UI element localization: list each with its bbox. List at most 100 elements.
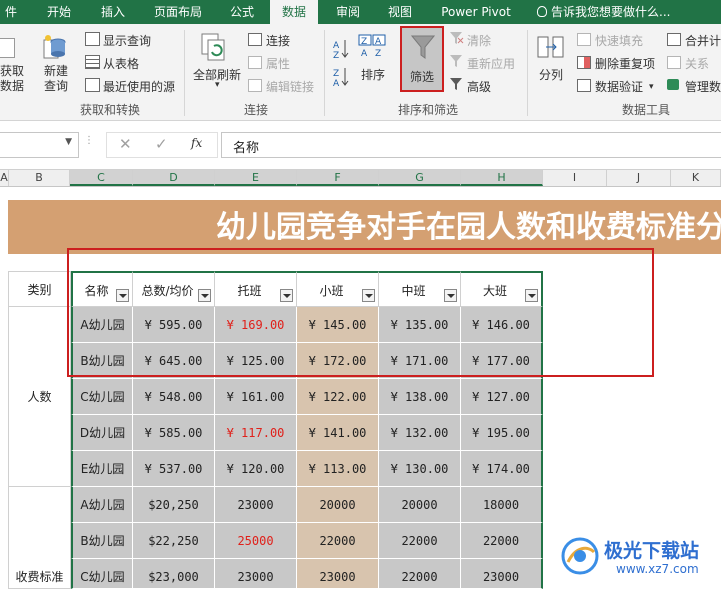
cell-xiaoban[interactable]: ¥ 141.00	[297, 415, 379, 451]
cell-zhongban[interactable]: 22000	[379, 559, 461, 589]
column-header-f[interactable]: F	[297, 170, 379, 186]
header-xiaoban[interactable]: 小班	[297, 271, 379, 307]
cell-tuoban[interactable]: ¥ 117.00	[215, 415, 297, 451]
table-row-name[interactable]: D幼儿园	[71, 415, 133, 451]
header-name[interactable]: 名称	[71, 271, 133, 307]
column-header-a[interactable]: A	[0, 170, 9, 186]
filter-dropdown-button[interactable]	[116, 289, 129, 302]
consolidate-button[interactable]: 合并计	[685, 32, 721, 49]
cancel-icon[interactable]: ✕	[119, 135, 132, 153]
cell-zhongban[interactable]: ¥ 135.00	[379, 307, 461, 343]
filter-dropdown-button[interactable]	[280, 289, 293, 302]
connections-button[interactable]: 连接	[266, 32, 290, 49]
cell-total[interactable]: ¥ 645.00	[133, 343, 215, 379]
column-header-i[interactable]: I	[543, 170, 607, 186]
tab-power-pivot[interactable]: Power Pivot	[436, 0, 516, 24]
tab-file[interactable]: 件	[0, 0, 22, 24]
cell-xiaoban[interactable]: ¥ 113.00	[297, 451, 379, 487]
enter-icon[interactable]: ✓	[155, 135, 168, 153]
cell-tuoban[interactable]: ¥ 169.00	[215, 307, 297, 343]
column-header-e[interactable]: E	[215, 170, 297, 186]
insert-function-icon[interactable]: fx	[191, 136, 202, 150]
table-row-name[interactable]: E幼儿园	[71, 451, 133, 487]
filter-dropdown-button[interactable]	[362, 289, 375, 302]
cell-total[interactable]: ¥ 537.00	[133, 451, 215, 487]
edit-links-button[interactable]: 编辑链接	[266, 78, 314, 95]
cell-total[interactable]: ¥ 595.00	[133, 307, 215, 343]
cell-xiaoban[interactable]: 23000	[297, 559, 379, 589]
properties-button[interactable]: 属性	[266, 55, 290, 72]
cell-total[interactable]: ¥ 585.00	[133, 415, 215, 451]
table-row-name[interactable]: B幼儿园	[71, 343, 133, 379]
flash-fill-button[interactable]: 快速填充	[595, 32, 643, 49]
from-table-button[interactable]: 从表格	[103, 55, 139, 72]
table-row-name[interactable]: C幼儿园	[71, 559, 133, 589]
cell-xiaoban[interactable]: ¥ 172.00	[297, 343, 379, 379]
cell-daban[interactable]: ¥ 174.00	[461, 451, 543, 487]
table-row-name[interactable]: C幼儿园	[71, 379, 133, 415]
cell-tuoban[interactable]: ¥ 161.00	[215, 379, 297, 415]
column-header-k[interactable]: K	[671, 170, 721, 186]
table-row-name[interactable]: B幼儿园	[71, 523, 133, 559]
tab-home[interactable]: 开始	[34, 0, 84, 24]
tab-formulas[interactable]: 公式	[220, 0, 264, 24]
tab-review[interactable]: 审阅	[328, 0, 368, 24]
cell-tuoban[interactable]: ¥ 120.00	[215, 451, 297, 487]
cell-daban[interactable]: 23000	[461, 559, 543, 589]
tell-me-box[interactable]: 告诉我您想要做什么...	[537, 0, 687, 24]
formula-input[interactable]: 名称	[221, 132, 721, 158]
header-tuoban[interactable]: 托班	[215, 271, 297, 307]
tab-page-layout[interactable]: 页面布局	[146, 0, 210, 24]
cell-total[interactable]: $22,250	[133, 523, 215, 559]
cell-daban[interactable]: ¥ 195.00	[461, 415, 543, 451]
category-people[interactable]: 人数	[8, 307, 71, 487]
cell-xiaoban[interactable]: ¥ 122.00	[297, 379, 379, 415]
cell-xiaoban[interactable]: 20000	[297, 487, 379, 523]
chevron-down-icon[interactable]: ▾	[649, 82, 654, 92]
sort-az-icon[interactable]: AZZA	[333, 38, 349, 89]
sort-button[interactable]: 排序	[361, 66, 385, 83]
show-query-button[interactable]: 显示查询	[103, 32, 151, 49]
data-validation-button[interactable]: 数据验证	[595, 78, 643, 95]
header-category[interactable]: 类别	[8, 271, 71, 307]
name-box[interactable]: ▼	[0, 132, 79, 158]
table-row-name[interactable]: A幼儿园	[71, 487, 133, 523]
column-header-b[interactable]: B	[9, 170, 70, 186]
clear-button[interactable]: 清除	[467, 32, 491, 49]
cell-total[interactable]: $20,250	[133, 487, 215, 523]
cell-zhongban[interactable]: 20000	[379, 487, 461, 523]
cell-xiaoban[interactable]: ¥ 145.00	[297, 307, 379, 343]
split-button[interactable]: 分列	[539, 66, 563, 83]
cell-zhongban[interactable]: ¥ 130.00	[379, 451, 461, 487]
cell-zhongban[interactable]: ¥ 132.00	[379, 415, 461, 451]
cell-daban[interactable]: ¥ 177.00	[461, 343, 543, 379]
category-fee[interactable]: 收费标准	[8, 487, 71, 589]
cell-zhongban[interactable]: 22000	[379, 523, 461, 559]
column-header-j[interactable]: J	[607, 170, 671, 186]
sheet-title[interactable]: 幼儿园竞争对手在园人数和收费标准分	[216, 203, 721, 253]
advanced-button[interactable]: 高级	[467, 78, 491, 95]
column-header-g[interactable]: G	[379, 170, 461, 186]
header-daban[interactable]: 大班	[461, 271, 543, 307]
relationships-button[interactable]: 关系	[685, 55, 709, 72]
cell-tuoban[interactable]: 25000	[215, 523, 297, 559]
cell-zhongban[interactable]: ¥ 171.00	[379, 343, 461, 379]
cell-total[interactable]: $23,000	[133, 559, 215, 589]
header-zhongban[interactable]: 中班	[379, 271, 461, 307]
header-total-avg[interactable]: 总数/均价	[133, 271, 215, 307]
cell-total[interactable]: ¥ 548.00	[133, 379, 215, 415]
cell-daban[interactable]: ¥ 127.00	[461, 379, 543, 415]
filter-dropdown-button[interactable]	[525, 289, 538, 302]
column-header-c[interactable]: C	[70, 170, 133, 186]
recent-sources-button[interactable]: 最近使用的源	[103, 78, 175, 95]
tab-view[interactable]: 视图	[380, 0, 420, 24]
chevron-down-icon[interactable]: ▼	[65, 137, 72, 147]
cell-tuoban[interactable]: 23000	[215, 559, 297, 589]
filter-dropdown-button[interactable]	[444, 289, 457, 302]
filter-dropdown-button[interactable]	[198, 289, 211, 302]
cell-daban[interactable]: ¥ 146.00	[461, 307, 543, 343]
cell-tuoban[interactable]: 23000	[215, 487, 297, 523]
manage-data-model-button[interactable]: 管理数	[685, 78, 721, 95]
cell-daban[interactable]: 22000	[461, 523, 543, 559]
chevron-down-icon[interactable]: ▾	[215, 80, 220, 90]
